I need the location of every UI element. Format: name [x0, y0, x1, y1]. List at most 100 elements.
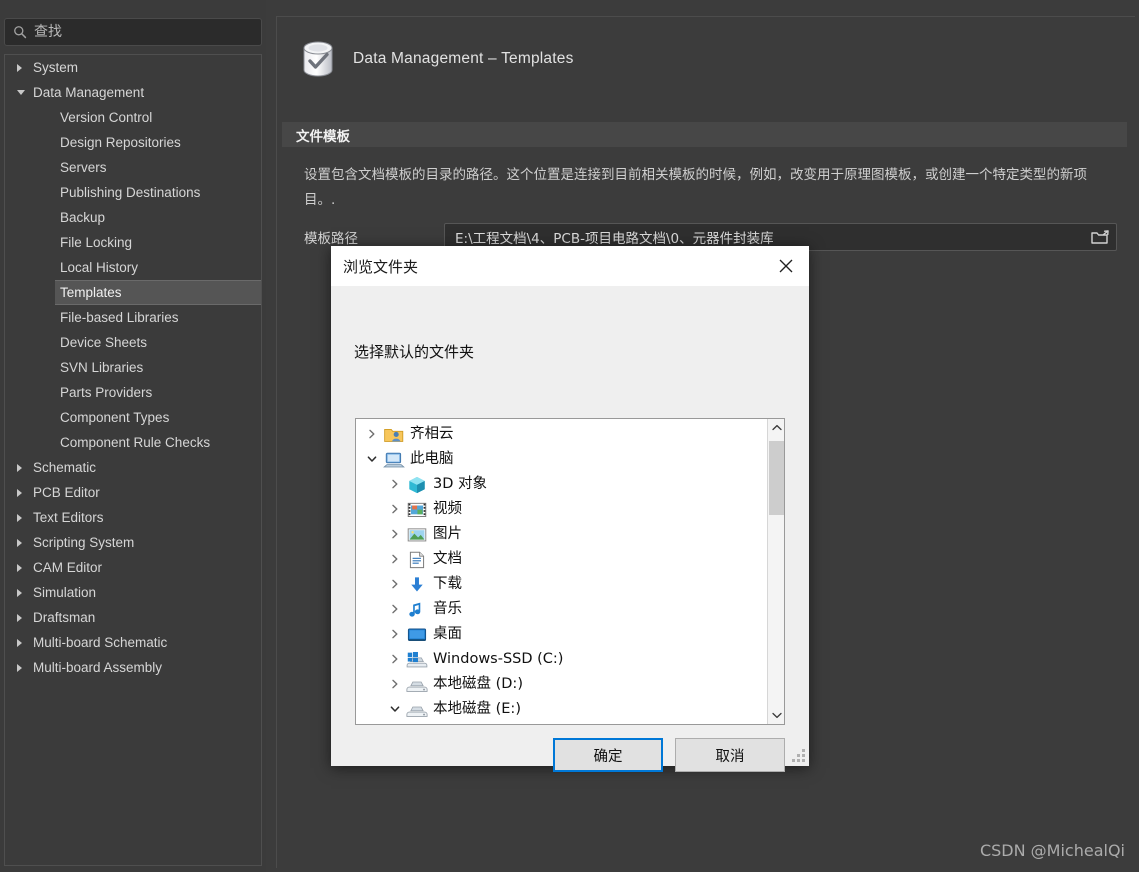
cancel-button[interactable]: 取消	[675, 738, 785, 772]
sidebar-item-system[interactable]: System	[5, 55, 261, 80]
chevron-right-icon[interactable]	[17, 489, 22, 497]
chevron-right-icon[interactable]	[384, 504, 406, 514]
chevron-right-icon[interactable]	[17, 664, 22, 672]
chevron-right-icon[interactable]	[17, 614, 22, 622]
sidebar-item-file-based-libraries[interactable]: File-based Libraries	[5, 305, 261, 330]
chevron-right-icon[interactable]	[384, 579, 406, 589]
resize-grip[interactable]	[791, 748, 805, 762]
chevron-right-icon[interactable]	[390, 529, 400, 539]
sidebar-item-label: Design Repositories	[60, 135, 181, 150]
sidebar-item-component-rule-checks[interactable]: Component Rule Checks	[5, 430, 261, 455]
close-button[interactable]	[763, 246, 809, 286]
sidebar-item-schematic[interactable]: Schematic	[5, 455, 261, 480]
chevron-right-icon[interactable]	[390, 554, 400, 564]
sidebar-item-text-editors[interactable]: Text Editors	[5, 505, 261, 530]
sidebar-item-label: Backup	[60, 210, 105, 225]
folder-tree-item[interactable]: Windows-SSD (C:)	[356, 646, 768, 671]
scroll-up-button[interactable]	[768, 419, 785, 436]
database-check-icon	[299, 39, 337, 79]
sidebar-item-multi-board-assembly[interactable]: Multi-board Assembly	[5, 655, 261, 680]
chevron-down-icon[interactable]	[390, 704, 400, 714]
chevron-right-icon[interactable]	[390, 579, 400, 589]
chevron-right-icon[interactable]	[384, 654, 406, 664]
sidebar-item-draftsman[interactable]: Draftsman	[5, 605, 261, 630]
sidebar-item-scripting-system[interactable]: Scripting System	[5, 530, 261, 555]
chevron-right-icon[interactable]	[384, 529, 406, 539]
chevron-right-icon[interactable]	[384, 479, 406, 489]
chevron-down-icon[interactable]	[17, 90, 25, 95]
chevron-right-icon[interactable]	[384, 629, 406, 639]
folder-tree-item[interactable]: 齐相云	[356, 421, 768, 446]
folder-tree-item[interactable]: 此电脑	[356, 446, 768, 471]
chevron-right-icon[interactable]	[361, 429, 383, 439]
sidebar-item-multi-board-schematic[interactable]: Multi-board Schematic	[5, 630, 261, 655]
chevron-right-icon[interactable]	[390, 604, 400, 614]
folder-tree-scrollbar[interactable]	[767, 419, 784, 724]
folder-tree-item-label: 本地磁盘 (D:)	[433, 675, 523, 693]
chevron-right-icon[interactable]	[390, 629, 400, 639]
sidebar-item-publishing-destinations[interactable]: Publishing Destinations	[5, 180, 261, 205]
sidebar-item-design-repositories[interactable]: Design Repositories	[5, 130, 261, 155]
sidebar-item-device-sheets[interactable]: Device Sheets	[5, 330, 261, 355]
scroll-down-button[interactable]	[768, 707, 785, 724]
folder-tree-item[interactable]: 本地磁盘 (E:)	[356, 696, 768, 721]
folder-open-icon[interactable]	[1090, 229, 1110, 247]
chevron-right-icon[interactable]	[384, 554, 406, 564]
folder-tree-item[interactable]: 视频	[356, 496, 768, 521]
chevron-right-icon[interactable]	[17, 514, 22, 522]
folder-tree-item[interactable]: 文档	[356, 546, 768, 571]
chevron-right-icon[interactable]	[367, 429, 377, 439]
user-folder-icon	[383, 425, 405, 443]
folder-tree-item[interactable]: 桌面	[356, 621, 768, 646]
chevron-right-icon[interactable]	[17, 464, 22, 472]
sidebar-item-servers[interactable]: Servers	[5, 155, 261, 180]
folder-tree-item-label: 视频	[433, 500, 462, 518]
sidebar-item-label: Parts Providers	[60, 385, 152, 400]
folder-tree[interactable]: 齐相云此电脑 3D 对象视频图片文档下载音乐桌面Windows-SSD (C:) 本…	[355, 418, 785, 725]
chevron-down-icon	[772, 712, 782, 719]
sidebar-item-cam-editor[interactable]: CAM Editor	[5, 555, 261, 580]
sidebar-item-local-history[interactable]: Local History	[5, 255, 261, 280]
dialog-title: 浏览文件夹	[343, 256, 418, 277]
folder-tree-item[interactable]: 图片	[356, 521, 768, 546]
sidebar-item-backup[interactable]: Backup	[5, 205, 261, 230]
chevron-right-icon[interactable]	[390, 479, 400, 489]
chevron-right-icon[interactable]	[17, 539, 22, 547]
sidebar-item-label: Component Types	[60, 410, 169, 425]
chevron-right-icon[interactable]	[390, 679, 400, 689]
sidebar-item-version-control[interactable]: Version Control	[5, 105, 261, 130]
settings-tree[interactable]: SystemData ManagementVersion Control Desi…	[4, 54, 262, 866]
chevron-right-icon[interactable]	[390, 504, 400, 514]
template-path-value: E:\工程文档\4、PCB-项目电路文档\0、元器件封装库	[455, 227, 774, 247]
sidebar-item-component-types[interactable]: Component Types	[5, 405, 261, 430]
scrollbar-thumb[interactable]	[769, 441, 784, 515]
sidebar-item-file-locking[interactable]: File Locking	[5, 230, 261, 255]
chevron-right-icon[interactable]	[390, 654, 400, 664]
sidebar-item-label: Text Editors	[33, 510, 104, 525]
sidebar-item-parts-providers[interactable]: Parts Providers	[5, 380, 261, 405]
sidebar-item-templates[interactable]: Templates	[55, 280, 261, 305]
chevron-right-icon[interactable]	[17, 589, 22, 597]
folder-tree-item-label: 3D 对象	[433, 475, 487, 493]
chevron-right-icon[interactable]	[384, 604, 406, 614]
chevron-down-icon[interactable]	[361, 454, 383, 464]
chevron-right-icon[interactable]	[17, 639, 22, 647]
search-input[interactable]: 查找	[4, 18, 262, 46]
sidebar-item-label: Templates	[60, 285, 122, 300]
sidebar-item-svn-libraries[interactable]: SVN Libraries	[5, 355, 261, 380]
folder-tree-item[interactable]: 音乐	[356, 596, 768, 621]
chevron-right-icon[interactable]	[17, 564, 22, 572]
chevron-right-icon[interactable]	[384, 679, 406, 689]
sidebar-item-pcb-editor[interactable]: PCB Editor	[5, 480, 261, 505]
sidebar-item-data-management[interactable]: Data Management	[5, 80, 261, 105]
sidebar-item-label: Servers	[60, 160, 107, 175]
sidebar-item-simulation[interactable]: Simulation	[5, 580, 261, 605]
ok-button[interactable]: 确定	[553, 738, 663, 772]
chevron-right-icon[interactable]	[17, 64, 22, 72]
folder-tree-item[interactable]: 下载	[356, 571, 768, 596]
chevron-down-icon[interactable]	[367, 454, 377, 464]
chevron-down-icon[interactable]	[384, 704, 406, 714]
folder-tree-item[interactable]: 3D 对象	[356, 471, 768, 496]
folder-tree-item-label: 音乐	[433, 600, 462, 618]
folder-tree-item[interactable]: 本地磁盘 (D:)	[356, 671, 768, 696]
